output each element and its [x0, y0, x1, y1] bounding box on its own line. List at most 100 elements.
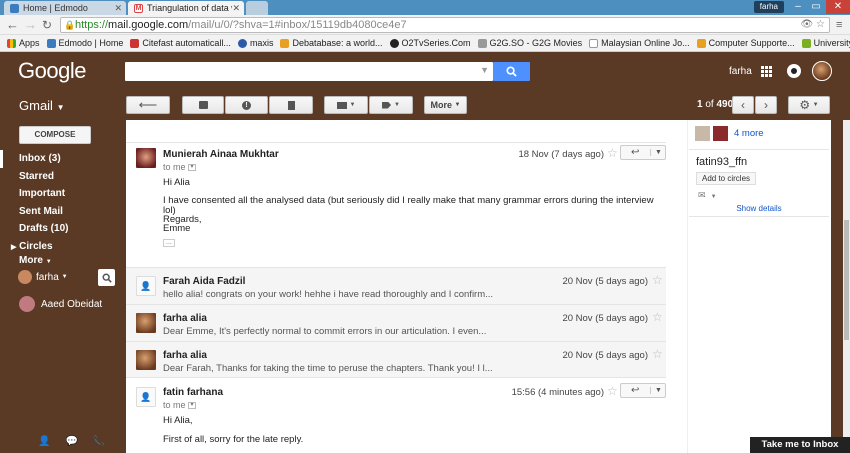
sender-avatar	[136, 350, 156, 370]
mail-icon[interactable]: ✉	[698, 190, 706, 200]
nav-inbox[interactable]: Inbox (3)	[0, 150, 120, 168]
reload-icon[interactable]: ↻	[42, 17, 52, 33]
show-details-link[interactable]: Show details	[689, 204, 829, 213]
newer-button[interactable]: ‹	[732, 96, 754, 114]
bookmark-malaysian-jobs[interactable]: Malaysian Online Jo...	[589, 38, 690, 48]
minimize-icon[interactable]: –	[788, 0, 808, 14]
message-collapsed[interactable]: farha alia 20 Nov (5 days ago) ☆ Dear Em…	[126, 304, 666, 341]
person-icon[interactable]: 👤	[38, 436, 50, 447]
participant-avatar[interactable]	[695, 125, 710, 141]
star-icon[interactable]: ☆	[652, 310, 663, 324]
back-to-inbox-button[interactable]: ⟵	[126, 96, 170, 114]
more-participants-link[interactable]: 4 more	[734, 128, 764, 139]
new-tab-button[interactable]	[246, 1, 268, 15]
move-to-button[interactable]: ▼	[324, 96, 368, 114]
spam-icon: !	[242, 100, 251, 110]
nav-starred[interactable]: Starred	[0, 168, 120, 186]
google-logo[interactable]: Google	[18, 58, 86, 84]
sender-name: farha alia	[163, 350, 207, 361]
notifications-icon[interactable]	[787, 64, 801, 78]
bookmark-label: Malaysian Online Jo...	[601, 38, 690, 48]
bookmark-debatabase[interactable]: Debatabase: a world...	[280, 38, 383, 48]
more-actions-button[interactable]: More ▼	[424, 96, 467, 114]
bookmark-label: Apps	[19, 38, 40, 48]
bookmark-maxis[interactable]: maxis	[237, 38, 273, 48]
divider	[689, 149, 829, 150]
scrollbar[interactable]	[843, 120, 850, 453]
reply-button[interactable]: ↩ ▼	[620, 383, 666, 398]
phone-icon[interactable]: 📞	[93, 436, 105, 447]
labels-button[interactable]: ▼	[369, 96, 413, 114]
star-icon[interactable]: ☆	[652, 273, 663, 287]
bookmark-computer-support[interactable]: Computer Supporte...	[696, 38, 795, 48]
search-options-icon[interactable]: ▼	[480, 65, 489, 75]
archive-button[interactable]	[182, 96, 224, 114]
close-window-icon[interactable]: ✕	[826, 0, 850, 14]
gear-icon: ⚙	[799, 98, 811, 112]
older-button[interactable]: ›	[755, 96, 777, 114]
sender-avatar: 👤	[136, 387, 156, 407]
chat-self[interactable]: farha ▼	[18, 270, 68, 284]
delete-button[interactable]	[269, 96, 313, 114]
sender-name[interactable]: fatin farhana	[163, 387, 223, 398]
close-tab-icon[interactable]: ✕	[232, 3, 240, 14]
details-dropdown-icon[interactable]: ▾	[188, 164, 197, 172]
tab-edmodo[interactable]: Home | Edmodo ✕	[4, 1, 126, 15]
nav-sent[interactable]: Sent Mail	[0, 203, 120, 221]
message-collapsed[interactable]: 👤 Farah Aida Fadzil 20 Nov (5 days ago) …	[126, 267, 666, 304]
search-button[interactable]	[493, 62, 530, 81]
forward-arrow-icon[interactable]: →	[24, 17, 37, 33]
label-navigation: Inbox (3) Starred Important Sent Mail Dr…	[0, 150, 120, 267]
take-me-to-inbox-banner[interactable]: Take me to Inbox	[750, 437, 850, 453]
message-collapsed[interactable]: farha alia 20 Nov (5 days ago) ☆ Dear Fa…	[126, 341, 666, 378]
tab-gmail[interactable]: M Triangulation of data with ✕	[128, 1, 244, 15]
star-bookmark-icon[interactable]: 👁 ☆	[801, 18, 825, 32]
add-to-circles-button[interactable]: Add to circles	[696, 172, 757, 185]
participant-avatar[interactable]	[713, 125, 728, 141]
tab-title: Home | Edmodo	[23, 3, 88, 13]
gmail-menu[interactable]: Gmail ▼	[19, 98, 65, 113]
sender-name[interactable]: Munierah Ainaa Mukhtar	[163, 149, 279, 160]
chat-contact[interactable]: Aaed Obeidat	[19, 296, 102, 312]
bookmark-birmingham[interactable]: University of Birmin...	[801, 38, 850, 48]
nav-more[interactable]: More ▼	[0, 255, 120, 267]
bookmark-label: Debatabase: a world...	[292, 38, 383, 48]
nav-drafts[interactable]: Drafts (10)	[0, 220, 120, 238]
show-trimmed-button[interactable]: ...	[163, 237, 175, 247]
settings-button[interactable]: ⚙ ▼	[788, 96, 830, 114]
nav-important[interactable]: Important	[0, 185, 120, 203]
chevron-down-icon[interactable]: ▼	[711, 194, 717, 200]
bookmark-apps[interactable]: Apps	[7, 38, 40, 48]
star-icon[interactable]: ☆	[652, 347, 663, 361]
close-tab-icon[interactable]: ✕	[114, 3, 122, 14]
nav-circles[interactable]: ▶ Circles	[0, 238, 120, 256]
sender-name: farha alia	[163, 313, 207, 324]
hangouts-icon[interactable]: 💬	[65, 436, 77, 447]
star-icon[interactable]: ☆	[607, 146, 618, 160]
report-spam-button[interactable]: !	[225, 96, 268, 114]
scrollbar-thumb[interactable]	[844, 220, 849, 340]
account-name[interactable]: farha	[729, 66, 752, 77]
folder-icon	[280, 38, 290, 48]
maximize-icon[interactable]: ▭	[806, 0, 826, 14]
window-profile-badge[interactable]: farha	[753, 1, 784, 13]
menu-icon[interactable]: ≡	[836, 17, 842, 33]
bookmark-citefast[interactable]: Citefast automaticall...	[130, 38, 231, 48]
star-icon[interactable]: ☆	[607, 384, 618, 398]
url-input[interactable]: 🔒 https://mail.google.com/mail/u/0/?shva…	[60, 17, 830, 33]
bookmark-g2g[interactable]: G2G.SO - G2G Movies	[477, 38, 582, 48]
bookmark-o2tv[interactable]: O2TvSeries.Com	[389, 38, 471, 48]
back-arrow-icon[interactable]: ←	[6, 17, 19, 33]
apps-grid-icon[interactable]	[761, 66, 772, 77]
bookmark-edmodo[interactable]: Edmodo | Home	[46, 38, 124, 48]
compose-button[interactable]: COMPOSE	[19, 126, 91, 144]
bookmark-label: Edmodo | Home	[58, 38, 124, 48]
search-input[interactable]: ▼	[125, 62, 493, 81]
chat-search-button[interactable]	[98, 269, 115, 286]
avatar[interactable]	[812, 61, 832, 81]
reply-button[interactable]: ↩ ▼	[620, 145, 666, 160]
bookmarks-bar: Apps Edmodo | Home Citefast automaticall…	[0, 35, 850, 52]
details-dropdown-icon[interactable]: ▾	[188, 402, 197, 410]
chevron-down-icon[interactable]: ▼	[650, 149, 662, 156]
chevron-down-icon[interactable]: ▼	[650, 387, 662, 394]
